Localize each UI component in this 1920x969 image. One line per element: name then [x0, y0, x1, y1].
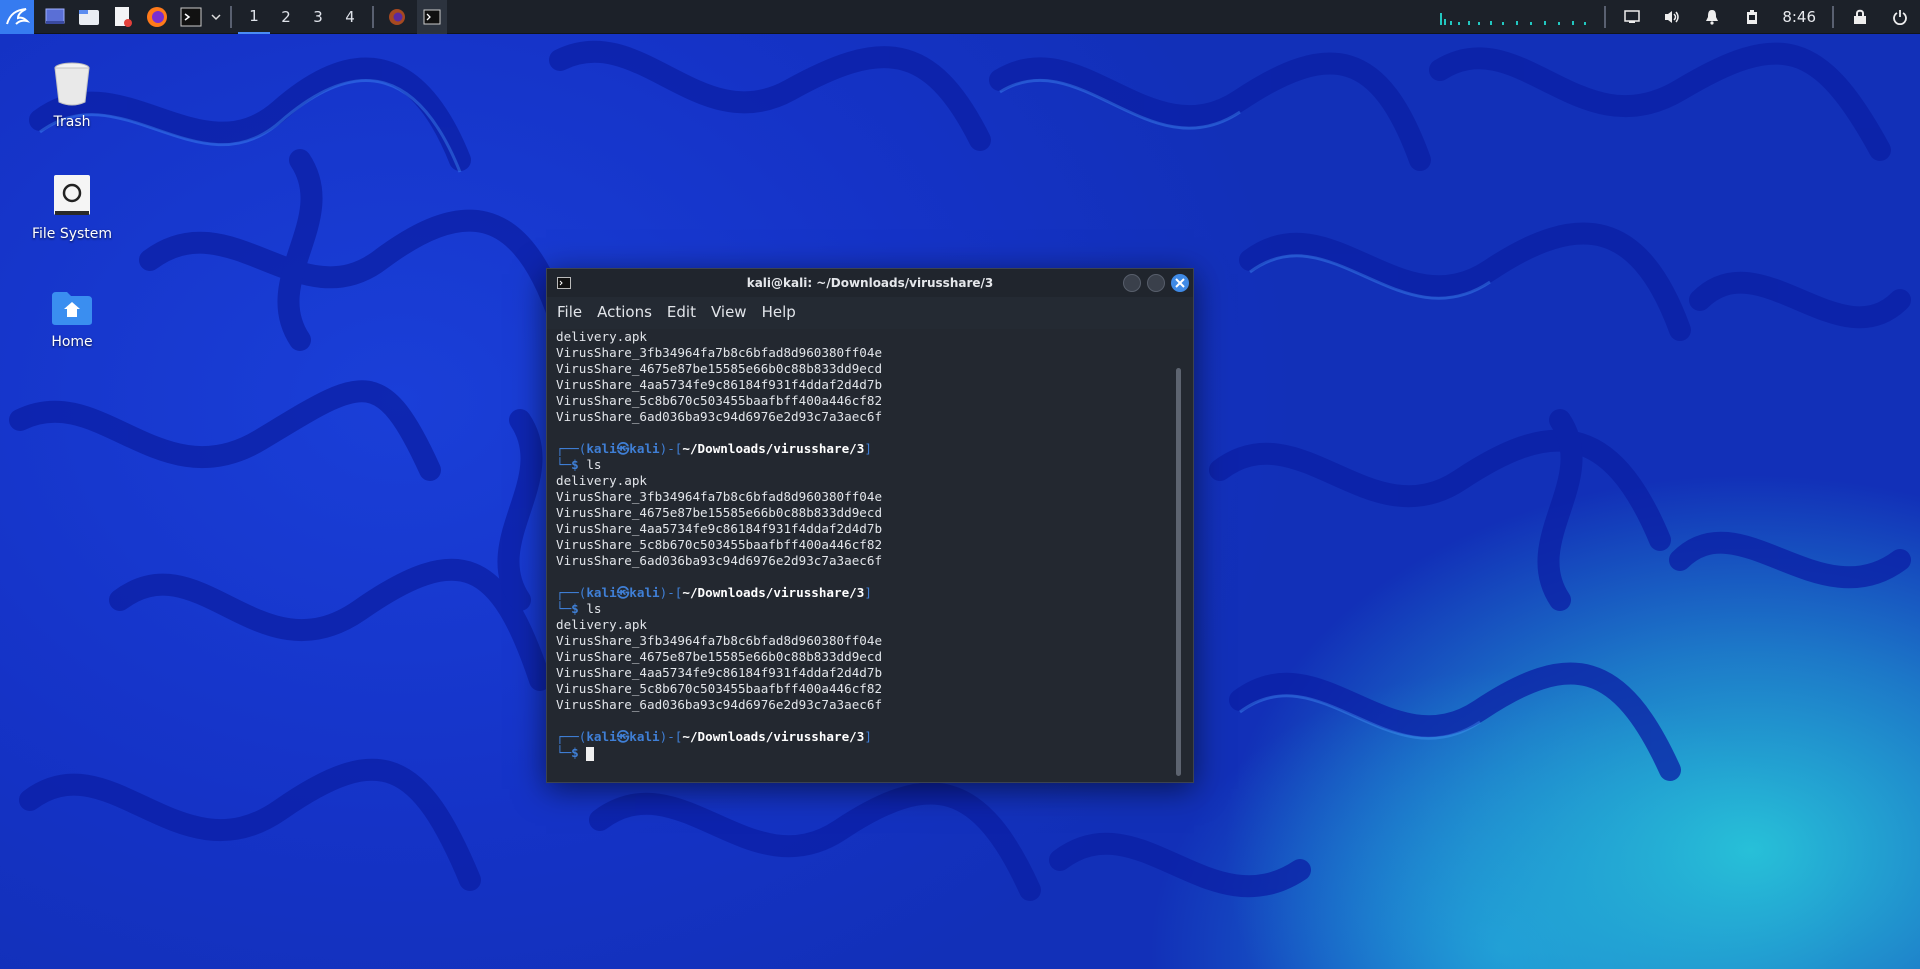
text-cursor	[586, 746, 595, 761]
desktop-icon-label: File System	[31, 226, 113, 242]
file-entry: delivery.apk	[556, 617, 647, 632]
menu-edit[interactable]: Edit	[667, 303, 696, 321]
desktop-icon-home[interactable]: Home	[22, 290, 122, 350]
workspace-4[interactable]: 4	[334, 0, 366, 34]
kali-dragon-icon	[6, 7, 30, 25]
show-desktop-icon[interactable]	[43, 5, 67, 29]
command-line: └─$ ls	[556, 601, 602, 616]
minimize-button[interactable]	[1123, 274, 1141, 292]
desktop-icon-trash[interactable]: Trash	[22, 62, 122, 130]
desktop-icon-label: Home	[51, 334, 93, 350]
file-entry: VirusShare_4675e87be15585e66b0c88b833dd9…	[556, 361, 883, 376]
workspace-3[interactable]: 3	[302, 0, 334, 34]
command-line: └─$ ls	[556, 457, 602, 472]
prompt-line: ┌──(kali㉿kali)-[~/Downloads/virusshare/3…	[556, 585, 872, 600]
panel-separator	[372, 5, 374, 28]
file-entry: delivery.apk	[556, 473, 647, 488]
panel-separator	[230, 5, 232, 28]
file-entry: VirusShare_3fb34964fa7b8c6bfad8d960380ff…	[556, 489, 883, 504]
file-manager-icon[interactable]	[77, 5, 101, 29]
volume-icon[interactable]	[1660, 5, 1684, 29]
file-entry: VirusShare_4aa5734fe9c86184f931f4ddaf2d4…	[556, 665, 883, 680]
terminal-scrollbar[interactable]	[1176, 368, 1181, 776]
notification-bell-icon[interactable]	[1700, 5, 1724, 29]
file-entry: VirusShare_5c8b670c503455baafbff400a446c…	[556, 537, 883, 552]
battery-icon[interactable]	[1740, 5, 1764, 29]
terminal-window-button[interactable]	[417, 0, 447, 34]
window-titlebar[interactable]: kali@kali: ~/Downloads/virusshare/3	[547, 269, 1193, 297]
file-entry: VirusShare_6ad036ba93c94d6976e2d93c7a3ae…	[556, 697, 883, 712]
menu-help[interactable]: Help	[762, 303, 796, 321]
desktop-icon-file-system[interactable]: File System	[22, 174, 122, 242]
menu-bar: File Actions Edit View Help	[547, 297, 1193, 327]
menu-file[interactable]: File	[557, 303, 582, 321]
clock[interactable]: 8:46	[1782, 8, 1816, 26]
file-entry: delivery.apk	[556, 329, 647, 344]
top-panel: 1 2 3 4 8:46	[0, 0, 1920, 34]
maximize-button[interactable]	[1147, 274, 1165, 292]
cpu-graph-icon	[1440, 13, 1587, 25]
close-button[interactable]	[1171, 274, 1189, 292]
terminal-launcher-icon[interactable]	[179, 5, 203, 29]
workspace-1[interactable]: 1	[238, 0, 270, 34]
menu-actions[interactable]: Actions	[597, 303, 652, 321]
file-entry: VirusShare_6ad036ba93c94d6976e2d93c7a3ae…	[556, 553, 883, 568]
firefox-window-button[interactable]	[385, 5, 409, 29]
terminal-output[interactable]: delivery.apk VirusShare_3fb34964fa7b8c6b…	[547, 329, 1193, 782]
file-entry: VirusShare_4aa5734fe9c86184f931f4ddaf2d4…	[556, 377, 883, 392]
command-input-line[interactable]: └─$	[556, 745, 1184, 761]
panel-separator	[1832, 6, 1834, 28]
lock-screen-icon[interactable]	[1848, 5, 1872, 29]
terminal-window[interactable]: kali@kali: ~/Downloads/virusshare/3 File…	[546, 268, 1194, 783]
file-entry: VirusShare_3fb34964fa7b8c6bfad8d960380ff…	[556, 633, 883, 648]
system-tray: 8:46	[1438, 0, 1920, 34]
panel-separator	[1604, 6, 1607, 28]
prompt-line: ┌──(kali㉿kali)-[~/Downloads/virusshare/3…	[556, 729, 872, 744]
file-entry: VirusShare_6ad036ba93c94d6976e2d93c7a3ae…	[556, 409, 883, 424]
workspace-2[interactable]: 2	[270, 0, 302, 34]
file-entry: VirusShare_5c8b670c503455baafbff400a446c…	[556, 393, 883, 408]
file-entry: VirusShare_4675e87be15585e66b0c88b833dd9…	[556, 505, 883, 520]
firefox-icon[interactable]	[145, 5, 169, 29]
file-entry: VirusShare_4aa5734fe9c86184f931f4ddaf2d4…	[556, 521, 883, 536]
file-entry: VirusShare_4675e87be15585e66b0c88b833dd9…	[556, 649, 883, 664]
trash-icon	[54, 62, 90, 106]
menu-view[interactable]: View	[711, 303, 747, 321]
kali-menu-button[interactable]	[0, 0, 34, 34]
home-folder-icon	[52, 292, 92, 325]
file-entry: VirusShare_5c8b670c503455baafbff400a446c…	[556, 681, 883, 696]
text-editor-icon[interactable]	[111, 5, 135, 29]
close-icon	[1175, 278, 1185, 288]
chevron-down-icon[interactable]	[210, 5, 222, 29]
drive-icon	[54, 175, 90, 215]
file-entry: VirusShare_3fb34964fa7b8c6bfad8d960380ff…	[556, 345, 883, 360]
desktop-icon-label: Trash	[53, 114, 91, 130]
power-icon[interactable]	[1888, 5, 1912, 29]
window-title: kali@kali: ~/Downloads/virusshare/3	[746, 276, 994, 290]
display-icon[interactable]	[1620, 5, 1644, 29]
prompt-line: ┌──(kali㉿kali)-[~/Downloads/virusshare/3…	[556, 441, 872, 456]
